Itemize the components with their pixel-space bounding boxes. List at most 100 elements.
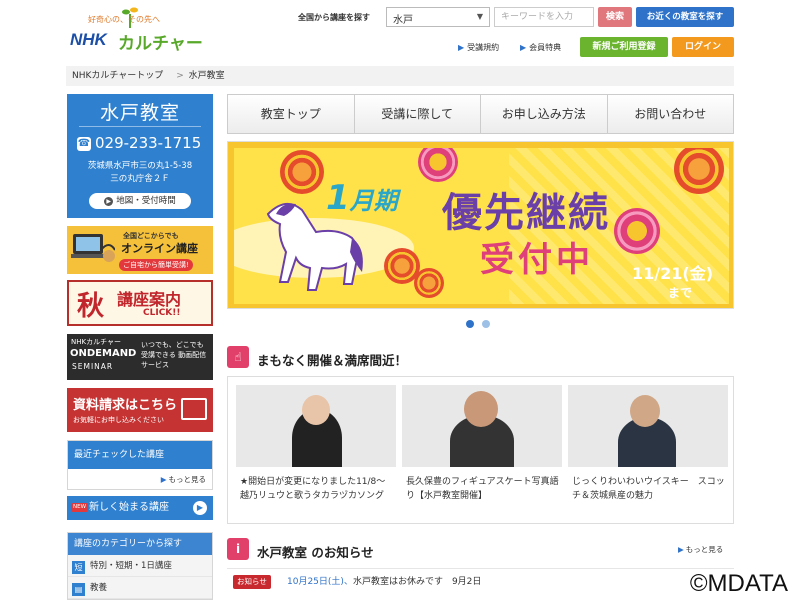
notice-text: 10月25日(土)、水戸教室はお休みです 9月2日 — [287, 569, 481, 595]
course-caption: ★開始日が変更になりました11/8～越乃リュウと歌うタカラヅカソング — [240, 477, 386, 501]
course-photo — [236, 385, 396, 467]
recently-viewed-box: 最近チェックした講座 ▶ もっと見る — [67, 440, 213, 490]
more-label: もっと見る — [168, 475, 207, 484]
od-subtitle: SEMINAR — [72, 362, 114, 371]
course-guide-banner[interactable]: 秋 講座案内 CLICK!! — [67, 280, 213, 326]
season-char: 秋 — [77, 291, 104, 322]
course-guide-click: CLICK!! — [143, 308, 181, 318]
od-brand: NHKカルチャー — [71, 338, 122, 346]
arrow-right-icon: ▶ — [458, 43, 465, 52]
request-sub: お気軽にお申し込みください — [73, 416, 164, 424]
flower-icon — [614, 208, 660, 254]
login-button[interactable]: ログイン — [672, 37, 734, 57]
notice-row[interactable]: お知らせ 10月25日(土)、水戸教室はお休みです 9月2日 — [227, 568, 734, 594]
course-caption: 長久保豊のフィギュアスケート写真語り【水戸教室開催】 — [406, 477, 559, 501]
hero-date-suffix: まで — [668, 286, 693, 300]
od-title: ONDEMAND — [70, 348, 137, 359]
logo-nhk: NHK — [70, 30, 107, 49]
breadcrumb-separator: > — [176, 71, 184, 81]
hero-date: 11/21(金) — [632, 264, 714, 283]
logo-culture: カルチャー — [118, 34, 203, 54]
notice-date: 10月25日(土)、 — [287, 577, 353, 587]
flower-icon — [280, 150, 324, 194]
hero-title: 優先継続 — [442, 190, 610, 236]
tab-how-to-apply[interactable]: お申し込み方法 — [481, 95, 608, 133]
short-term-icon: 短 — [72, 561, 85, 574]
register-button[interactable]: 新規ご利用登録 — [580, 37, 668, 57]
info-icon: i — [227, 538, 249, 560]
breadcrumb-current: 水戸教室 — [188, 71, 225, 81]
request-title: 資料請求はこちら — [73, 398, 178, 413]
arrow-right-icon: ▶ — [520, 43, 527, 52]
person-face — [630, 395, 660, 427]
hero-period-num: 1 — [326, 178, 350, 218]
online-banner-badge: ご自宅から簡単受講! — [119, 259, 193, 271]
classroom-address: 茨城県水戸市三の丸1-5-38 三の丸庁舎２Ｆ — [67, 160, 213, 186]
member-benefits-label: 会員特典 — [529, 43, 562, 52]
category-item-special[interactable]: 短特別・短期・1日講座 — [68, 555, 212, 577]
new-badge: NEW — [71, 503, 89, 512]
laptop-icon — [71, 234, 115, 262]
find-near-class-button[interactable]: お近くの教室を探す — [636, 7, 734, 27]
address-line2: 三の丸庁舎２Ｆ — [110, 174, 170, 184]
hero-title-2: 受付中 — [480, 240, 594, 280]
online-course-banner[interactable]: 全国どこからでも オンライン講座 ご自宅から簡単受講! — [67, 226, 213, 274]
phone-icon: ☎ — [77, 137, 91, 151]
classroom-name: 水戸教室 — [99, 102, 180, 124]
logo-tagline: 好奇心の、その先へ — [88, 15, 160, 24]
book-icon — [181, 398, 207, 420]
terms-link-label: 受講規約 — [467, 43, 500, 52]
hero-banner[interactable]: 1月期 優先継続 受付中 11/21(金) まで — [227, 141, 734, 309]
hero-panel: 1月期 優先継続 受付中 11/21(金) まで — [234, 148, 729, 304]
course-caption: じっくりわいわいウイスキー スコッチ＆茨城県産の魅力 — [572, 477, 725, 501]
category-box: 講座のカテゴリーから探す 短特別・短期・1日講座 ▤ 教養 — [67, 532, 213, 600]
search-button[interactable]: 検索 — [598, 7, 632, 27]
play-icon: ▶ — [104, 197, 114, 206]
notice-body: 水戸教室はお休みです 9月2日 — [352, 577, 482, 587]
recently-viewed-more-link[interactable]: ▶ もっと見る — [161, 474, 206, 485]
course-guide-title: 講座案内 — [117, 290, 182, 309]
hero-period: 1月期 — [326, 178, 398, 218]
classroom-info-box: 水戸教室 ☎ 029-233-1715 茨城県水戸市三の丸1-5-38 三の丸庁舎… — [67, 94, 213, 218]
notice-heading-text: 水戸教室 のお知らせ — [257, 545, 374, 560]
carousel-dot-active[interactable] — [466, 320, 474, 328]
flower-icon — [414, 268, 444, 298]
area-select[interactable]: 水戸 ▼ — [386, 7, 490, 27]
book-icon: ▤ — [72, 583, 85, 596]
member-benefits-link[interactable]: ▶ 会員特典 — [520, 42, 561, 53]
chevron-down-icon: ▼ — [476, 12, 483, 21]
arrow-circle-icon: ▶ — [193, 501, 207, 515]
breadcrumb-home[interactable]: NHKカルチャートップ — [72, 71, 163, 81]
course-photo — [402, 385, 562, 467]
arrow-right-icon: ▶ — [678, 545, 684, 554]
person-face — [302, 395, 330, 425]
new-courses-label: 新しく始まる講座 — [89, 502, 169, 513]
tab-contact[interactable]: お問い合わせ — [608, 95, 734, 133]
new-courses-button[interactable]: NEW 新しく始まる講座 ▶ — [67, 496, 213, 520]
notice-more-link[interactable]: ▶ もっと見る — [678, 544, 723, 555]
person-face — [464, 391, 498, 427]
tab-classroom-top[interactable]: 教室トップ — [228, 95, 355, 133]
map-hours-label: 地図・受付時間 — [116, 196, 176, 206]
more-label: もっと見る — [685, 545, 724, 554]
carousel-dot[interactable] — [482, 320, 490, 328]
search-label: 全国から講座を探す — [298, 13, 370, 22]
category-item-culture[interactable]: ▤ 教養 — [68, 577, 212, 599]
request-materials-banner[interactable]: 資料請求はこちら お気軽にお申し込みください — [67, 388, 213, 432]
divider — [79, 126, 201, 127]
map-hours-button[interactable]: ▶ 地図・受付時間 — [89, 193, 191, 209]
flower-icon — [418, 148, 458, 182]
classroom-phone[interactable]: ☎ 029-233-1715 — [77, 134, 201, 152]
nhk-culture-logo[interactable]: 好奇心の、その先へ NHK カルチャー — [70, 4, 205, 54]
ondemand-seminar-banner[interactable]: NHKカルチャー ONDEMAND SEMINAR いつでも、どこでも 受講でき… — [67, 334, 213, 380]
terms-link[interactable]: ▶ 受講規約 — [458, 42, 499, 53]
arrow-right-icon: ▶ — [160, 475, 167, 484]
hero-period-suffix: 月期 — [349, 187, 398, 215]
soon-section-heading: ☝ まもなく開催＆満席間近！ — [227, 346, 407, 369]
watermark: ©MDATA — [687, 570, 790, 598]
tab-enrollment-notes[interactable]: 受講に際して — [355, 95, 481, 133]
od-desc: いつでも、どこでも 受講できる 動画配信サービス — [141, 341, 207, 369]
category-title: 講座のカテゴリーから探す — [68, 533, 212, 555]
keyword-input[interactable] — [494, 7, 594, 27]
recently-viewed-title: 最近チェックした講座 — [68, 441, 212, 469]
